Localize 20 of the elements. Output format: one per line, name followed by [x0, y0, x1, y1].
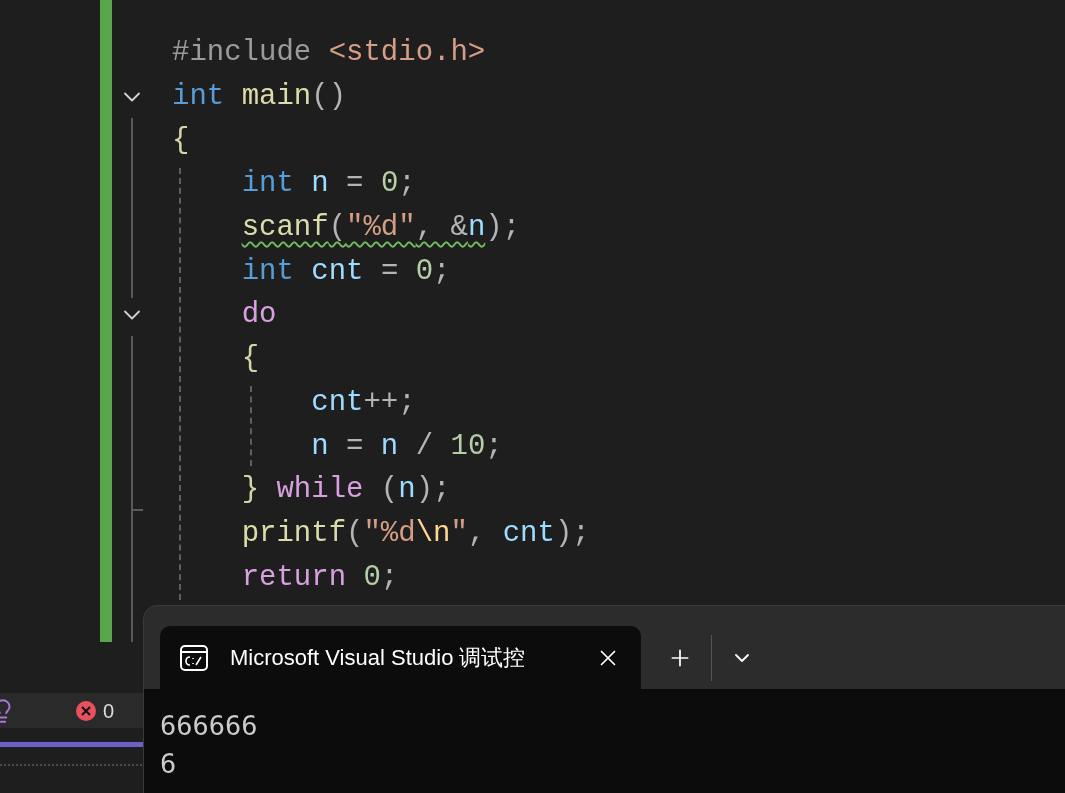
terminal-tab[interactable]: Microsoft Visual Studio 调试控 — [160, 626, 641, 689]
error-icon[interactable] — [75, 699, 97, 722]
tab-title: Microsoft Visual Studio 调试控 — [230, 644, 526, 672]
code-line: int cnt = 0; — [240, 256, 451, 286]
code-line: { — [240, 344, 260, 374]
code-line: int n = 0; — [240, 169, 416, 199]
error-count: 0 — [103, 698, 115, 724]
output-line: 6 — [160, 747, 178, 781]
code-line: printf("%d\n", cnt); — [240, 518, 590, 548]
code-line: cnt++; — [310, 387, 416, 417]
code-line: return 0; — [240, 562, 399, 592]
code-line: n = n / 10; — [310, 431, 503, 461]
code-line: do — [240, 300, 277, 330]
terminal-icon — [180, 644, 208, 671]
code-line: scanf("%d", &n); — [240, 213, 521, 243]
code-line: #include <stdio.h> — [172, 38, 486, 68]
code-line: } while (n); — [240, 475, 451, 505]
code-line: { — [172, 125, 190, 155]
output-line: 666666 — [160, 709, 259, 743]
code-line: int main() — [172, 82, 347, 112]
